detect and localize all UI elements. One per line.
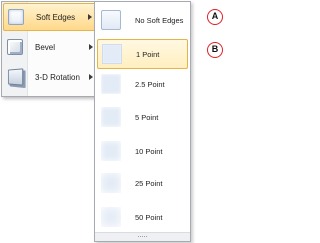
- submenu-arrow-icon: [89, 74, 93, 80]
- gallery-item-label: 25 Point: [135, 179, 163, 188]
- soft-edges-icon: [8, 9, 24, 25]
- gallery-item-50-point[interactable]: 50 Point: [97, 203, 188, 233]
- gallery-item-1-point[interactable]: 1 Point: [97, 39, 188, 69]
- menu-item-label: 3-D Rotation: [35, 73, 80, 82]
- soft-edge-preview-thumbnail: [101, 141, 121, 161]
- soft-edge-preview-thumbnail: [101, 10, 121, 30]
- gallery-item-label: 5 Point: [135, 113, 159, 122]
- 3d-rotation-icon: [7, 68, 24, 86]
- gallery-item-2-5-point[interactable]: 2.5 Point: [97, 70, 188, 100]
- soft-edge-preview-thumbnail: [101, 107, 121, 127]
- gallery-item-label: 1 Point: [136, 50, 160, 59]
- callout-b: B: [207, 42, 223, 58]
- menu-item-3d-rotation[interactable]: 3-D Rotation: [3, 64, 97, 92]
- gallery-item-10-point[interactable]: 10 Point: [97, 137, 188, 167]
- gallery-item-label: 2.5 Point: [135, 80, 165, 89]
- menu-item-label: Soft Edges: [36, 13, 76, 22]
- gallery-resize-grip[interactable]: .....: [95, 232, 190, 241]
- gallery-item-label: 50 Point: [135, 213, 163, 222]
- gallery-item-label: 10 Point: [135, 147, 163, 156]
- menu-item-bevel[interactable]: Bevel: [3, 34, 97, 62]
- gallery-item-label: No Soft Edges: [135, 16, 184, 25]
- soft-edge-preview-thumbnail: [101, 173, 121, 193]
- submenu-arrow-icon: [88, 14, 92, 20]
- menu-item-label: Bevel: [35, 43, 56, 52]
- gallery-item-25-point[interactable]: 25 Point: [97, 169, 188, 199]
- soft-edges-gallery: No Soft Edges 1 Point 2.5 Point 5 Point …: [94, 1, 191, 242]
- gallery-item-no-soft-edges[interactable]: No Soft Edges: [97, 6, 188, 36]
- callout-a: A: [207, 9, 223, 25]
- submenu-arrow-icon: [89, 44, 93, 50]
- gallery-item-5-point[interactable]: 5 Point: [97, 103, 188, 133]
- menu-item-soft-edges[interactable]: Soft Edges: [3, 3, 97, 31]
- bevel-icon: [7, 39, 23, 55]
- soft-edge-preview-thumbnail: [102, 44, 122, 64]
- soft-edge-preview-thumbnail: [101, 74, 121, 94]
- soft-edge-preview-thumbnail: [101, 207, 121, 227]
- effects-menu: Soft Edges Bevel 3-D Rotation: [1, 1, 99, 97]
